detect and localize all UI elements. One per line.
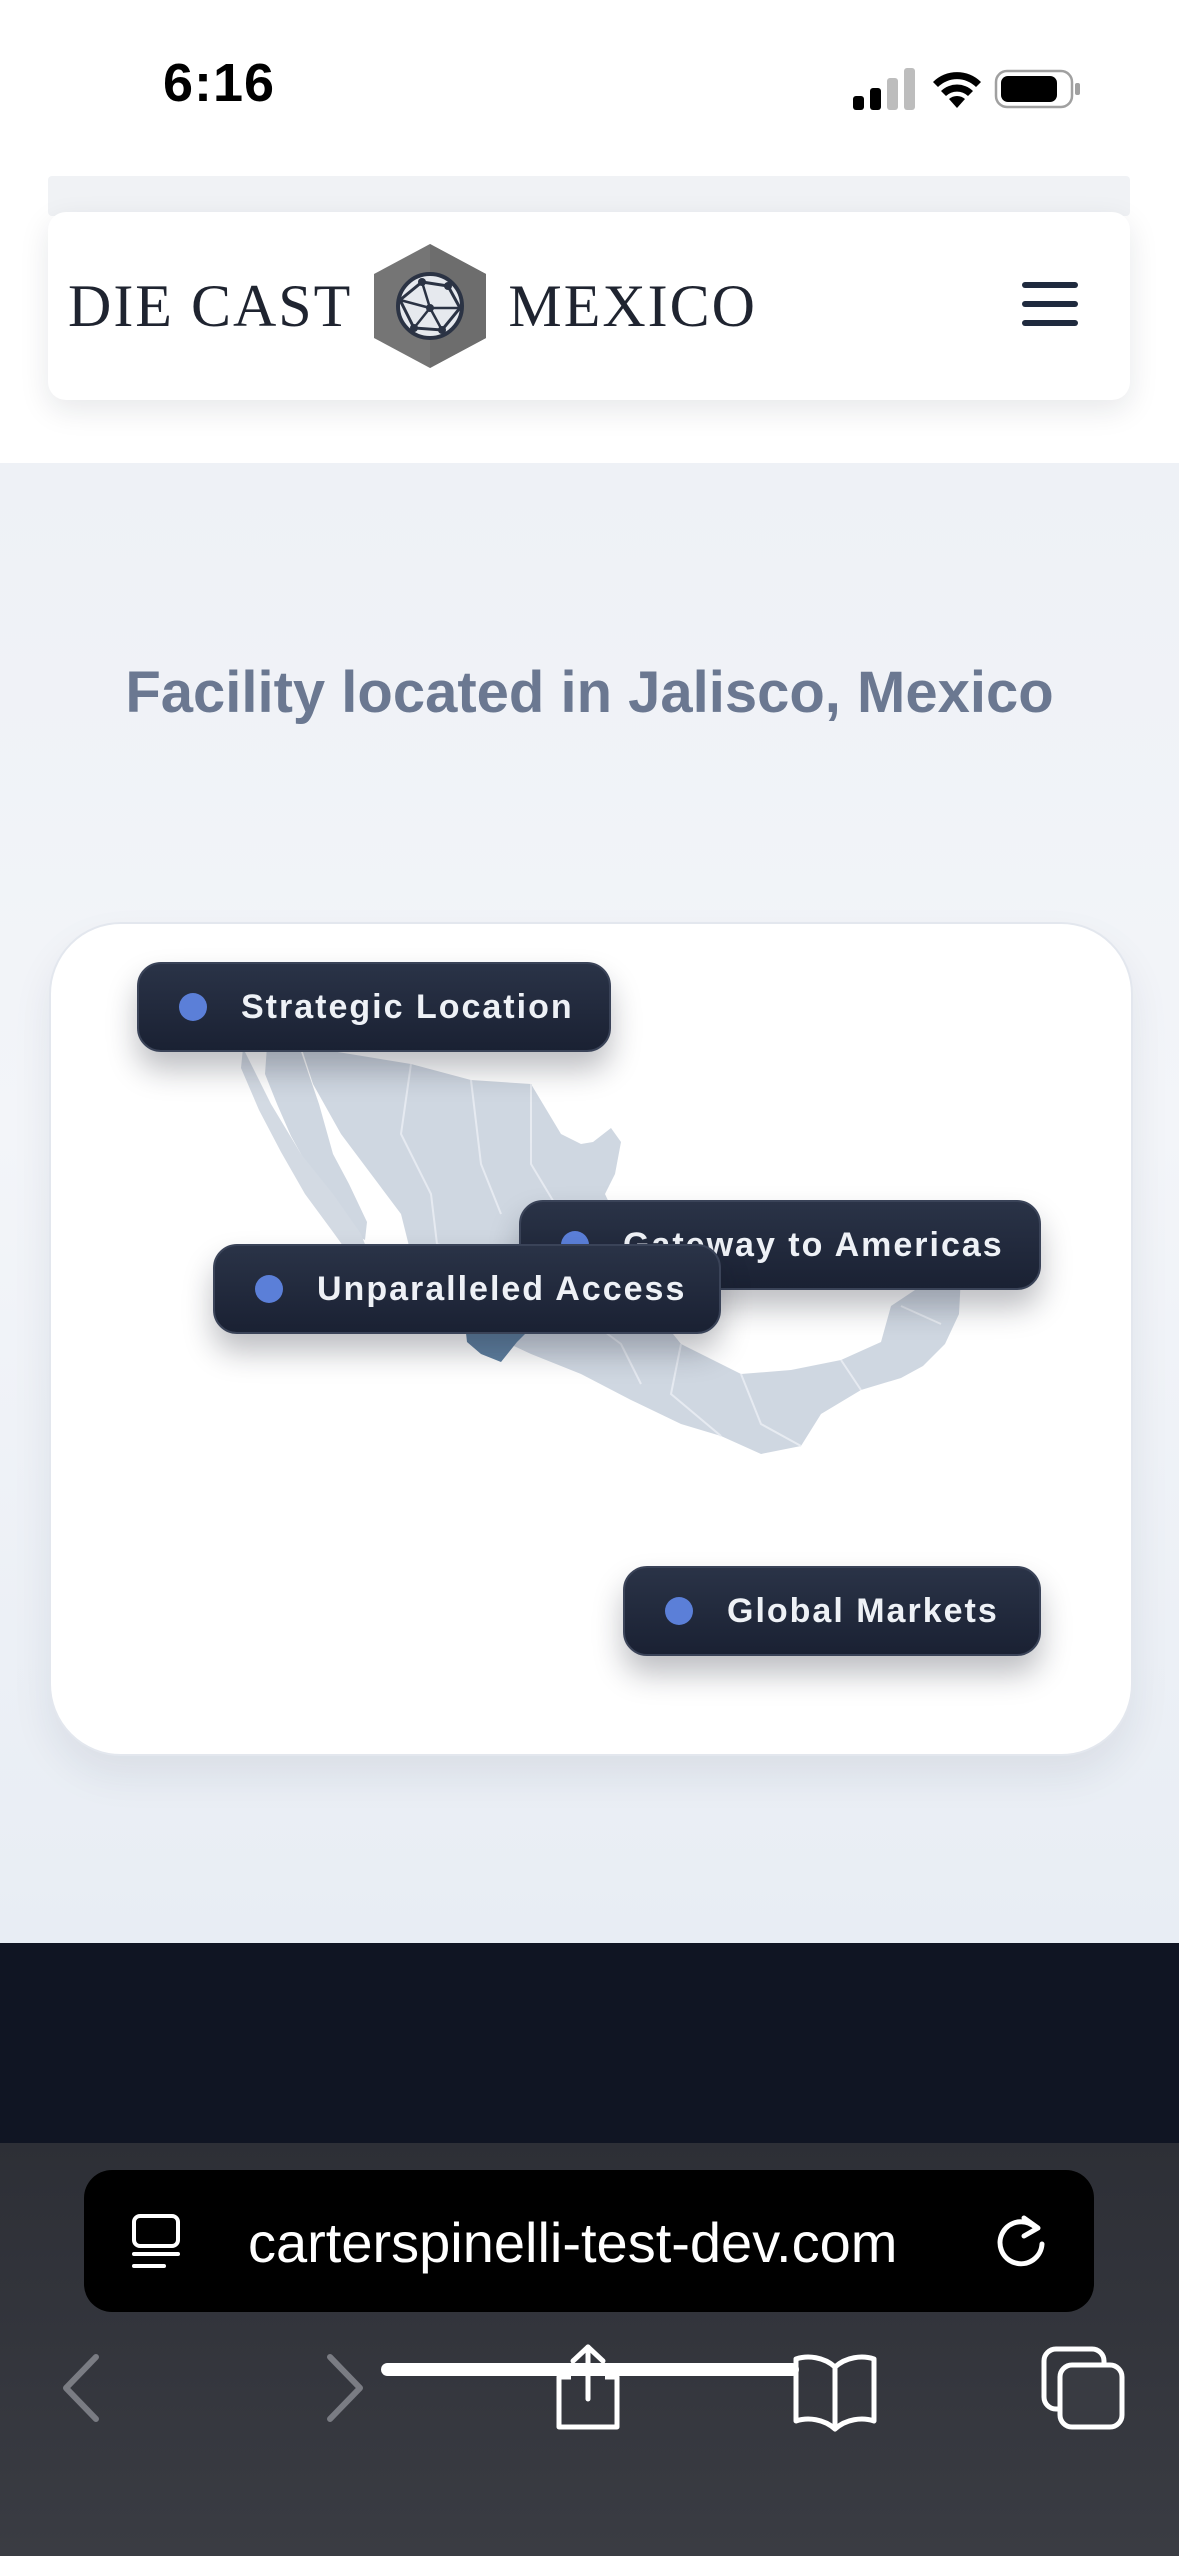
pill-dot [179, 993, 207, 1021]
pill-unparalleled-access[interactable]: Unparalleled Access [213, 1244, 721, 1334]
globe-hexagon-icon [374, 244, 487, 368]
share-icon[interactable] [543, 2343, 633, 2433]
browser-toolbar: carterspinelli-test-dev.com [0, 2143, 1179, 2556]
pill-dot [665, 1597, 693, 1625]
pill-strategic-location[interactable]: Strategic Location [137, 962, 611, 1052]
bookmarks-icon[interactable] [790, 2343, 880, 2433]
pill-label: Strategic Location [241, 987, 574, 1026]
pill-label: Unparalleled Access [317, 1269, 687, 1308]
status-bar: 6:16 [0, 0, 1179, 170]
logo[interactable]: DIE CAST MEXICO [68, 236, 757, 376]
cellular-signal-icon [853, 68, 915, 110]
map-card: Strategic Location Gateway to Americas U… [49, 922, 1133, 1756]
address-bar[interactable]: carterspinelli-test-dev.com [84, 2170, 1094, 2312]
site-header: DIE CAST MEXICO [48, 212, 1130, 400]
menu-bar-line [1022, 320, 1078, 326]
dark-footer [0, 1943, 1179, 2143]
section-title: Facility located in Jalisco, Mexico [125, 660, 1054, 725]
pill-label: Global Markets [727, 1591, 999, 1630]
forward-icon[interactable] [296, 2343, 386, 2433]
back-icon[interactable] [40, 2343, 130, 2433]
battery-icon [994, 69, 1080, 109]
reload-icon[interactable] [990, 2210, 1052, 2272]
page-settings-icon[interactable] [128, 2212, 188, 2272]
menu-bar-line [1022, 282, 1078, 288]
status-icons [853, 68, 1080, 110]
pill-global-markets[interactable]: Global Markets [623, 1566, 1041, 1656]
pill-dot [255, 1275, 283, 1303]
menu-bar-line [1022, 301, 1078, 307]
home-indicator [381, 2363, 799, 2376]
wifi-icon [933, 72, 981, 108]
url-text: carterspinelli-test-dev.com [248, 2211, 898, 2274]
tabs-icon[interactable] [1038, 2343, 1128, 2433]
hamburger-menu-icon[interactable] [1020, 282, 1080, 330]
status-time: 6:16 [163, 53, 276, 113]
location-section: Facility located in Jalisco, Mexico Stra… [0, 463, 1179, 1943]
header-strip [48, 176, 1130, 216]
logo-text-right: MEXICO [508, 272, 758, 339]
logo-text-left: DIE CAST [68, 272, 353, 339]
